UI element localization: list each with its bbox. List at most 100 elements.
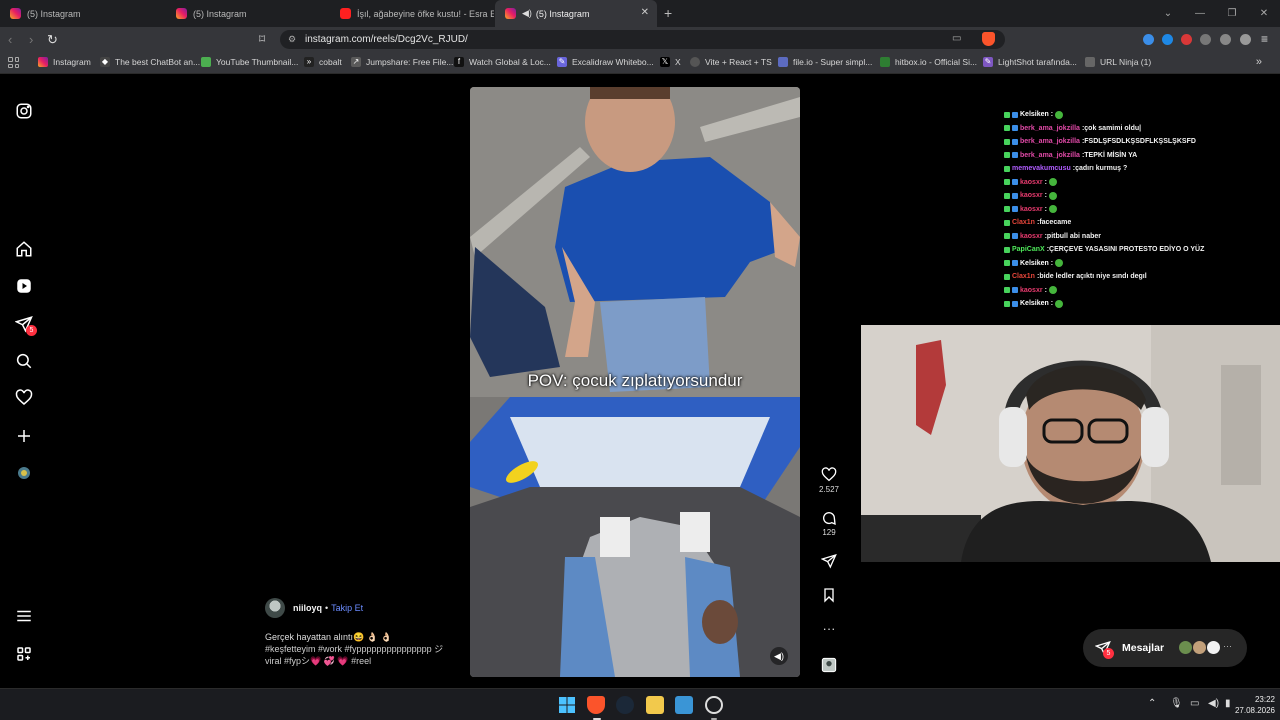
chat-emote-icon [1048,178,1057,187]
bookmark-item[interactable]: Vite + React + TS [690,57,772,67]
like-button[interactable]: 2.527 [812,467,846,494]
menu-icon[interactable]: ≡ [1261,32,1268,46]
bookmark-icon[interactable]: ⌑ [259,32,265,46]
system-clock[interactable]: 23:22 27.08.2026 [1235,694,1275,716]
close-tab-icon[interactable]: ✕ [641,7,649,18]
url-text: instagram.com/reels/Dcg2Vc_RJUD/ [305,34,468,45]
profile-avatar-icon[interactable] [14,463,34,483]
maximize-button[interactable]: ❐ [1216,0,1248,27]
close-window-button[interactable]: ✕ [1248,0,1280,27]
bookmark-item[interactable]: ↗ Jumpshare: Free File... [351,57,453,67]
jumpshare-icon: ↗ [351,57,361,67]
direct-messages-icon[interactable]: 5 [14,314,37,336]
network-icon[interactable]: ▭ [1190,698,1199,709]
browser-tab[interactable]: (5) Instagram [166,0,330,27]
bookmark-item[interactable]: ◆ The best ChatBot an... [100,57,200,67]
forward-button[interactable]: › [29,32,33,47]
follow-button[interactable]: Takip Et [331,603,363,613]
minimize-button[interactable]: — [1184,0,1216,27]
chat-badge-icon [1012,287,1018,294]
browser-tab[interactable]: (5) Instagram [0,0,166,27]
chat-separator: : [1050,259,1054,267]
caption-hashtags[interactable]: #keşfetteyim #work #fyppppppppppppppp ジv… [265,643,455,667]
more-menu-icon[interactable] [14,606,34,626]
bookmark-item[interactable]: » cobalt [304,57,342,67]
create-icon[interactable] [14,426,34,446]
ellipsis-icon: ··· [822,621,836,636]
search-icon[interactable] [14,351,34,371]
tray-chevron-icon[interactable]: ⌃ [1148,698,1156,709]
bookmark-item[interactable]: YouTube Thumbnail... [201,57,298,67]
audio-thumbnail[interactable] [812,657,846,675]
bookmark-item[interactable]: file.io - Super simpl... [778,57,872,67]
browser-tab[interactable]: İşıl, ağabeyine öfke kustu! - Esra Erol [330,0,494,27]
chat-badge-icon [1012,300,1018,307]
microphone-icon[interactable]: 🎙 [1170,698,1183,709]
share-button[interactable] [812,553,846,571]
chat-message: PapiCanX: ÇERÇEVE YASASINI PROTESTO EDİY… [1004,243,1280,257]
extension-icon[interactable] [1162,34,1173,45]
bookmark-item[interactable]: URL Ninja (1) [1085,57,1151,67]
extensions-puzzle-icon[interactable] [1200,34,1211,45]
site-info-icon[interactable]: ⚙ [288,34,296,45]
bookmark-item[interactable]: f Watch Global & Loc... [454,57,551,67]
webcam-overlay [861,325,1280,562]
bookmark-item[interactable]: 𝕏X [660,57,681,67]
music-icon[interactable] [1220,34,1231,45]
speaker-icon[interactable]: ◀) [522,8,532,19]
extension-icon[interactable] [1143,34,1154,45]
author-avatar[interactable] [265,598,285,618]
extension-icon[interactable] [1181,34,1192,45]
volume-icon[interactable]: ◀) [770,647,788,665]
instagram-icon [176,8,187,19]
back-button[interactable]: ‹ [8,32,12,47]
chat-username: kaosxr [1020,178,1043,186]
apps-grid-icon[interactable] [8,57,19,68]
brave-shield-icon[interactable] [982,32,995,46]
home-icon[interactable] [14,239,34,259]
instagram-logo-icon[interactable] [14,101,34,121]
messages-button[interactable]: 5 Mesajlar ··· [1083,629,1247,667]
chat-badge-icon [1012,138,1018,145]
vpn-shield-icon[interactable] [1240,34,1251,45]
author-name[interactable]: niiloyq [293,603,322,613]
brave-browser-icon[interactable] [587,696,605,714]
chat-badge-icon [1004,273,1010,280]
browser-tab-active[interactable]: ◀) (5) Instagram ✕ [495,0,657,27]
steam-icon[interactable] [616,696,634,714]
heart-icon[interactable] [14,388,34,408]
windows-start-icon[interactable] [558,696,576,714]
comment-button[interactable]: 129 [812,510,846,537]
url-field[interactable]: ⚙ instagram.com/reels/Dcg2Vc_RJUD/ [280,30,1005,49]
reels-icon[interactable] [14,276,34,296]
bookmark-item[interactable]: hitbox.io - Official Si... [880,57,977,67]
battery-icon[interactable]: ▮ [1225,698,1231,709]
more-options-button[interactable]: ··· [812,621,846,636]
watch-icon: f [454,57,464,67]
volume-tray-icon[interactable]: ◀) [1208,698,1219,709]
bookmark-item[interactable]: ✎ Excalidraw Whitebo... [557,57,654,67]
more-bookmarks-icon[interactable]: » [1256,56,1262,68]
photos-app-icon[interactable] [675,696,693,714]
reel-info: niiloyq • Takip Et Gerçek hayattan alınt… [265,598,455,667]
chat-username: memevakumcusu [1012,165,1071,173]
new-tab-button[interactable]: + [664,5,672,21]
chat-emote-icon [1048,191,1057,200]
bookmark-item[interactable]: ✎ LightShot tarafında... [983,57,1077,67]
bookmarks-bar: Instagram ◆ The best ChatBot an... YouTub… [0,52,1280,74]
also-from-meta-icon[interactable] [14,644,34,664]
tab-search-icon[interactable]: ⌄ [1152,0,1184,27]
cast-icon[interactable]: ▭ [952,33,961,44]
chat-badge-icon [1004,152,1010,159]
chat-text: FSDLŞFSDLKŞSDFLKŞSLŞKSFD [1084,138,1196,146]
obs-icon[interactable] [705,696,723,714]
tab-title: İşıl, ağabeyine öfke kustu! - Esra Erol [357,8,494,19]
window-controls: ⌄ — ❐ ✕ [1152,0,1280,27]
save-button[interactable] [812,587,846,605]
reel-video[interactable]: POV: çocuk zıplatıyorsundur ◀) [470,87,800,677]
reload-button[interactable]: ↻ [47,32,58,48]
bookmark-item[interactable]: Instagram [38,57,91,67]
chat-username: kaosxr [1020,232,1043,240]
file-explorer-icon[interactable] [646,696,664,714]
fileio-icon [778,57,788,67]
